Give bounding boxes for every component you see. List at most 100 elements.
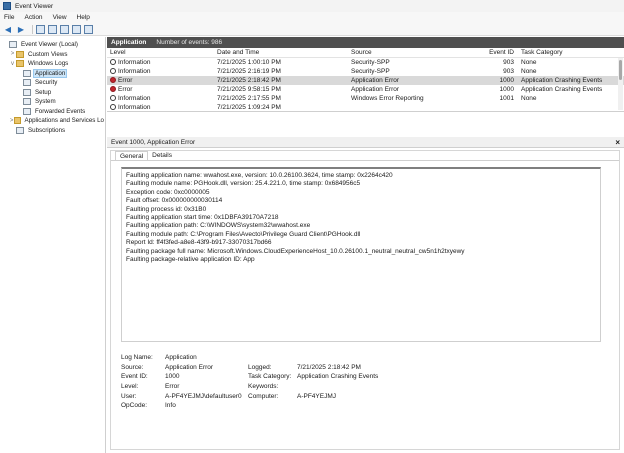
tree-item[interactable]: v Windows Logs bbox=[0, 59, 105, 69]
description-line: Faulting application name: wwahost.exe, … bbox=[126, 172, 393, 179]
tree-item[interactable]: Forwarded Events bbox=[0, 107, 105, 117]
chevron-down-icon[interactable]: v bbox=[9, 61, 16, 67]
cell-level: Information bbox=[107, 68, 214, 75]
tree-item[interactable]: > Applications and Services Lo bbox=[0, 116, 105, 126]
up-folder-icon[interactable] bbox=[36, 24, 45, 34]
level-text: Information bbox=[118, 104, 151, 111]
table-row[interactable]: Information 7/21/2025 1:00:10 PM Security-… bbox=[107, 58, 624, 67]
log-icon bbox=[23, 79, 31, 87]
toolbar-divider bbox=[32, 24, 33, 34]
table-row[interactable]: Error 7/21/2025 2:18:42 PM Application Err… bbox=[107, 76, 624, 85]
information-icon bbox=[110, 95, 116, 101]
cell-event-id: 903 bbox=[503, 59, 514, 66]
grid-scrollbar[interactable] bbox=[618, 58, 623, 110]
column-level[interactable]: Level bbox=[107, 49, 214, 56]
detail-tabs: General Details bbox=[111, 151, 619, 161]
level-text: Information bbox=[118, 95, 151, 102]
property-label: OpCode: bbox=[121, 402, 148, 410]
back-arrow-icon[interactable]: ◀ bbox=[3, 24, 13, 34]
scrollbar-thumb[interactable] bbox=[619, 60, 622, 80]
cell-date: 7/21/2025 2:17:55 PM bbox=[217, 95, 281, 102]
table-row[interactable]: Information 7/21/2025 1:09:24 PM bbox=[107, 103, 624, 112]
tree-item[interactable]: > Custom Views bbox=[0, 50, 105, 60]
property-value: A-PF4YEJMJ\defaultuser0 bbox=[165, 392, 242, 400]
computer-icon bbox=[9, 41, 17, 49]
column-task-category[interactable]: Task Category bbox=[518, 49, 614, 56]
cell-source: Application Error bbox=[351, 86, 400, 93]
table-row[interactable]: Information 7/21/2025 2:17:55 PM Windows E… bbox=[107, 94, 624, 103]
cell-source: Security-SPP bbox=[351, 68, 390, 75]
cell-date: 7/21/2025 2:16:19 PM bbox=[217, 68, 281, 75]
cell-task-category: None bbox=[521, 95, 537, 102]
error-icon bbox=[110, 86, 116, 92]
help-icon[interactable] bbox=[72, 24, 81, 34]
property-value: 7/21/2025 2:18:42 PM bbox=[297, 363, 361, 371]
property-row: Level: Error Keywords: bbox=[121, 382, 541, 392]
property-value: 1000 bbox=[165, 373, 180, 381]
log-icon bbox=[23, 88, 31, 96]
property-value: Application Crashing Events bbox=[297, 373, 379, 381]
log-icon bbox=[23, 69, 31, 77]
property-label: Logged: bbox=[248, 363, 272, 371]
level-text: Information bbox=[118, 68, 151, 75]
property-label: Event ID: bbox=[121, 373, 148, 381]
cell-event-id: 1000 bbox=[499, 86, 514, 93]
tree-item[interactable]: Security bbox=[0, 78, 105, 88]
property-label: User: bbox=[121, 392, 137, 400]
cell-task-category: Application Crashing Events bbox=[521, 77, 603, 84]
column-source[interactable]: Source bbox=[348, 49, 473, 56]
detail-title: Event 1000, Application Error bbox=[111, 138, 196, 146]
cell-event-id: 1001 bbox=[499, 95, 514, 102]
column-event-id[interactable]: Event ID bbox=[473, 49, 518, 56]
tab-general[interactable]: General bbox=[115, 151, 149, 160]
information-icon bbox=[110, 59, 116, 65]
tree-item-label: Forwarded Events bbox=[35, 107, 86, 115]
cell-level: Information bbox=[107, 59, 214, 66]
tree-item-label: Application bbox=[32, 68, 68, 78]
property-value: A-PF4YEJMJ bbox=[297, 392, 337, 400]
property-row: Source: Application Error Logged: 7/21/2025… bbox=[121, 363, 541, 373]
title-bar: Event Viewer bbox=[0, 0, 624, 12]
tree-item-label: System bbox=[35, 98, 56, 106]
tab-details[interactable]: Details bbox=[148, 151, 176, 160]
menu-view[interactable]: View bbox=[53, 14, 67, 21]
properties-icon[interactable] bbox=[60, 24, 69, 34]
chevron-right-icon[interactable]: > bbox=[9, 51, 16, 57]
close-icon[interactable]: × bbox=[615, 138, 620, 147]
tree-item[interactable]: System bbox=[0, 97, 105, 107]
show-hide-console-tree-icon[interactable] bbox=[48, 24, 57, 34]
grid-header: Level Date and Time Source Event ID Task… bbox=[107, 48, 624, 58]
folder-icon bbox=[14, 117, 21, 125]
property-row: User: A-PF4YEJMJ\defaultuser0 Computer: A-P… bbox=[121, 391, 541, 401]
show-hide-action-pane-icon[interactable] bbox=[84, 24, 93, 34]
menu-help[interactable]: Help bbox=[77, 14, 90, 21]
cell-source: Windows Error Reporting bbox=[351, 95, 424, 102]
tree-item[interactable]: Setup bbox=[0, 88, 105, 98]
log-icon bbox=[23, 98, 31, 106]
error-icon bbox=[110, 77, 116, 83]
cell-task-category: None bbox=[521, 59, 537, 66]
menu-file[interactable]: File bbox=[4, 14, 14, 21]
forward-arrow-icon[interactable]: ▶ bbox=[16, 24, 26, 34]
table-row[interactable]: Error 7/21/2025 9:58:15 PM Application Err… bbox=[107, 85, 624, 94]
table-row[interactable]: Information 7/21/2025 2:16:19 PM Security-… bbox=[107, 67, 624, 76]
tree-item[interactable]: Application bbox=[0, 68, 105, 79]
property-label: Log Name: bbox=[121, 354, 153, 362]
property-row: Log Name: Application bbox=[121, 353, 541, 363]
main-pane: Application Number of events: 986 Level … bbox=[107, 37, 624, 453]
tree-item[interactable]: Subscriptions bbox=[0, 126, 105, 136]
tree-item-label: Event Viewer (Local) bbox=[21, 41, 78, 49]
property-label: Task Category: bbox=[248, 373, 292, 381]
property-value: Info bbox=[165, 402, 176, 410]
event-description[interactable]: Faulting application name: wwahost.exe, … bbox=[121, 167, 601, 342]
menu-action[interactable]: Action bbox=[24, 14, 42, 21]
column-date[interactable]: Date and Time bbox=[214, 49, 348, 56]
level-text: Error bbox=[118, 86, 133, 93]
window-title: Event Viewer bbox=[15, 2, 54, 10]
tree-item-label: Subscriptions bbox=[28, 126, 66, 134]
folder-icon bbox=[16, 60, 24, 68]
tree-item[interactable]: Event Viewer (Local) bbox=[0, 40, 105, 50]
grid-rows: Information 7/21/2025 1:00:10 PM Security-… bbox=[107, 58, 624, 112]
tree-item-label: Custom Views bbox=[28, 50, 68, 58]
information-icon bbox=[110, 104, 116, 110]
